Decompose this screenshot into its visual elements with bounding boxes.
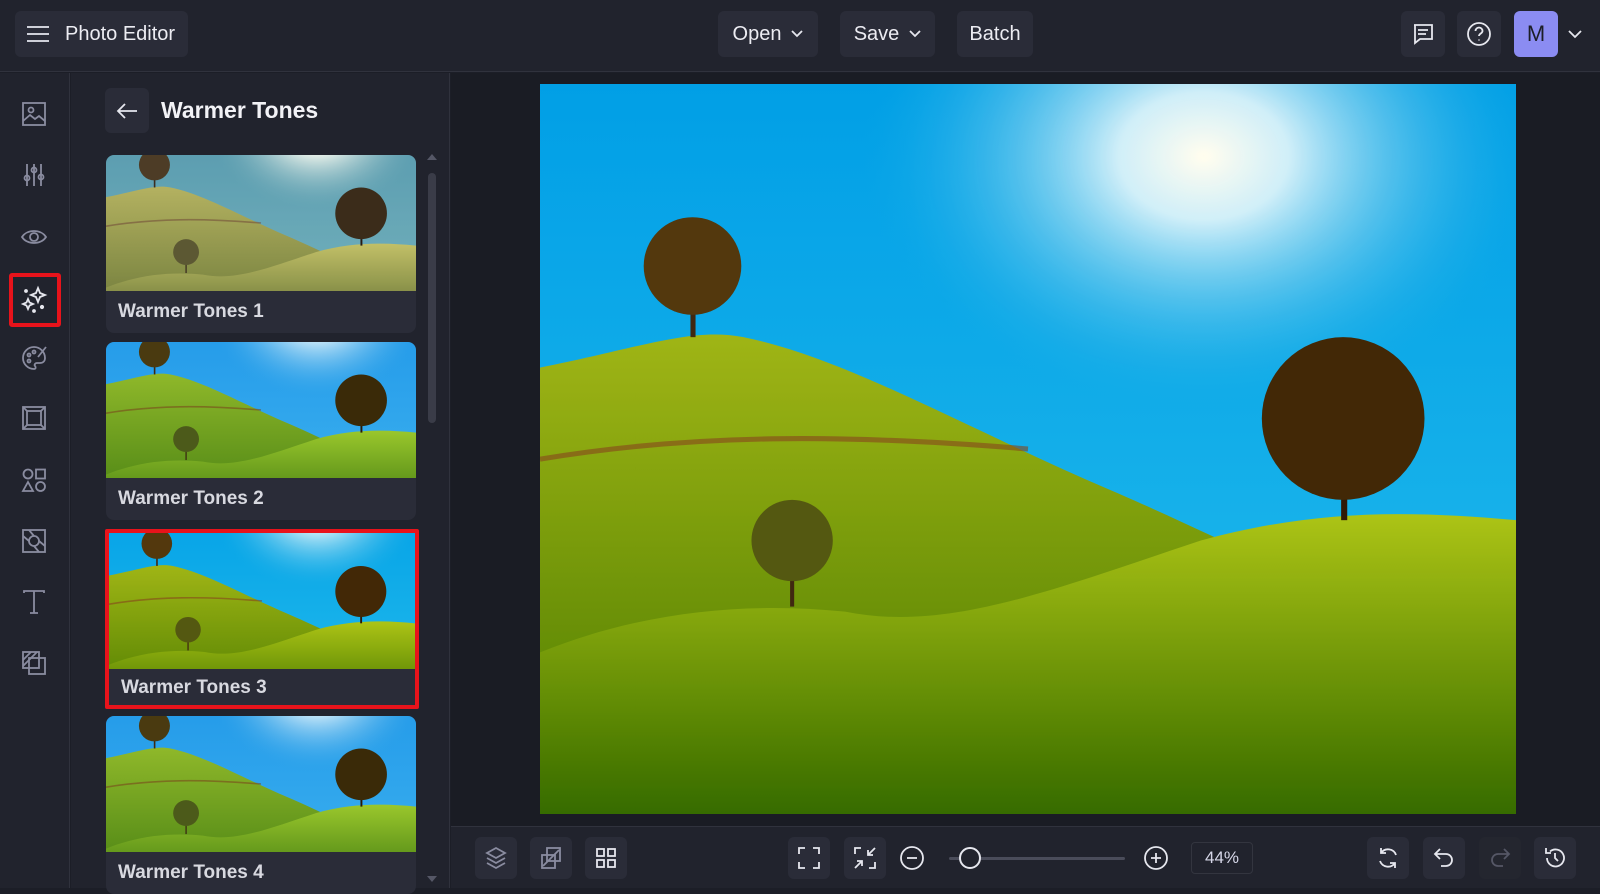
actual-size-button[interactable] [844, 837, 886, 879]
rail-item-artsy[interactable] [12, 336, 56, 380]
open-label: Open [732, 22, 782, 45]
chevron-down-icon [791, 30, 804, 38]
redo-icon [1491, 848, 1511, 867]
text-icon [23, 590, 45, 614]
eye-icon [20, 230, 48, 244]
panel-title: Warmer Tones [161, 97, 319, 123]
effect-label: Warmer Tones 2 [118, 488, 264, 509]
rail-item-graphics[interactable] [12, 458, 56, 502]
image-icon [22, 102, 46, 126]
back-button[interactable] [105, 88, 149, 133]
history-icon [1545, 848, 1565, 868]
effect-label: Warmer Tones 3 [121, 677, 267, 698]
comments-button[interactable] [1401, 11, 1445, 57]
layers-icon [485, 846, 507, 870]
rail-item-text[interactable] [12, 580, 56, 624]
shrink-icon [854, 847, 876, 869]
rail-item-touch-up[interactable] [12, 215, 56, 259]
rail-item-overlays[interactable] [12, 519, 56, 563]
hamburger-icon [27, 26, 49, 42]
effect-card-warmer-tones-3[interactable]: Warmer Tones 3 [105, 529, 419, 709]
menu-button[interactable]: Photo Editor [15, 11, 188, 57]
scroll-up-icon[interactable] [427, 153, 437, 161]
effect-label: Warmer Tones 1 [118, 301, 264, 322]
help-icon [1467, 22, 1491, 46]
zoom-slider-handle[interactable] [959, 847, 982, 869]
effect-card-warmer-tones-2[interactable]: Warmer Tones 2 [106, 342, 416, 520]
rail-item-collage[interactable] [12, 641, 56, 685]
effect-card-warmer-tones-4[interactable]: Warmer Tones 4 [106, 716, 416, 894]
zoom-in-icon [1144, 846, 1168, 870]
batch-label: Batch [969, 22, 1021, 45]
save-button[interactable]: Save [840, 11, 935, 57]
compare-icon [541, 847, 561, 869]
help-button[interactable] [1457, 11, 1501, 57]
top-bar: Photo Editor Open Save Batch M [0, 0, 1600, 72]
rail-item-adjust[interactable] [12, 153, 56, 197]
arrow-left-icon [116, 102, 137, 119]
zoom-level-value[interactable]: 44% [1191, 842, 1253, 874]
effect-thumbnail [109, 533, 415, 669]
chevron-down-icon[interactable] [1568, 30, 1582, 39]
fit-screen-button[interactable] [788, 837, 830, 879]
zoom-out-button[interactable] [891, 837, 933, 879]
grid-icon [596, 848, 616, 868]
adjust-icon [23, 164, 45, 186]
effects-icon [20, 285, 48, 313]
redo-button[interactable] [1479, 837, 1521, 879]
canvas-area [451, 73, 1600, 826]
app-title: Photo Editor [65, 22, 176, 45]
scroll-down-icon[interactable] [427, 875, 437, 883]
collage-icon [22, 651, 46, 675]
zoom-in-button[interactable] [1135, 837, 1177, 879]
expand-icon [798, 847, 820, 869]
undo-button[interactable] [1423, 837, 1465, 879]
artsy-palette-icon [22, 346, 47, 370]
effect-card-warmer-tones-1[interactable]: Warmer Tones 1 [106, 155, 416, 333]
compare-button[interactable] [530, 837, 572, 879]
chevron-down-icon [909, 30, 921, 38]
comment-icon [1414, 24, 1433, 45]
effect-thumbnail [106, 155, 416, 291]
reset-button[interactable] [1367, 837, 1409, 879]
edited-photo[interactable] [540, 84, 1516, 814]
overlay-icon [22, 529, 46, 553]
refresh-icon [1379, 848, 1397, 868]
rail-item-effects[interactable] [9, 273, 61, 327]
zoom-slider[interactable] [949, 847, 1125, 869]
layers-button[interactable] [475, 837, 517, 879]
rail-item-image[interactable] [12, 92, 56, 136]
avatar-initial: M [1526, 21, 1546, 46]
undo-icon [1433, 848, 1453, 867]
effect-thumbnail [106, 716, 416, 852]
graphics-icon [21, 468, 46, 492]
frame-icon [22, 406, 46, 430]
zoom-out-icon [900, 846, 924, 870]
scrollbar-thumb[interactable] [428, 173, 436, 423]
bottom-toolbar: 44% [451, 826, 1600, 888]
open-button[interactable]: Open [718, 11, 818, 57]
history-button[interactable] [1534, 837, 1576, 879]
tool-rail [0, 73, 70, 888]
avatar[interactable]: M [1514, 11, 1558, 57]
panel-scrollbar[interactable] [427, 153, 437, 883]
save-label: Save [853, 22, 900, 45]
effects-panel: Warmer Tones Warmer Tones 1 Warmer Tones… [71, 73, 450, 894]
grid-button[interactable] [585, 837, 627, 879]
effect-thumbnail [106, 342, 416, 478]
rail-item-frames[interactable] [12, 396, 56, 440]
batch-button[interactable]: Batch [957, 11, 1033, 57]
